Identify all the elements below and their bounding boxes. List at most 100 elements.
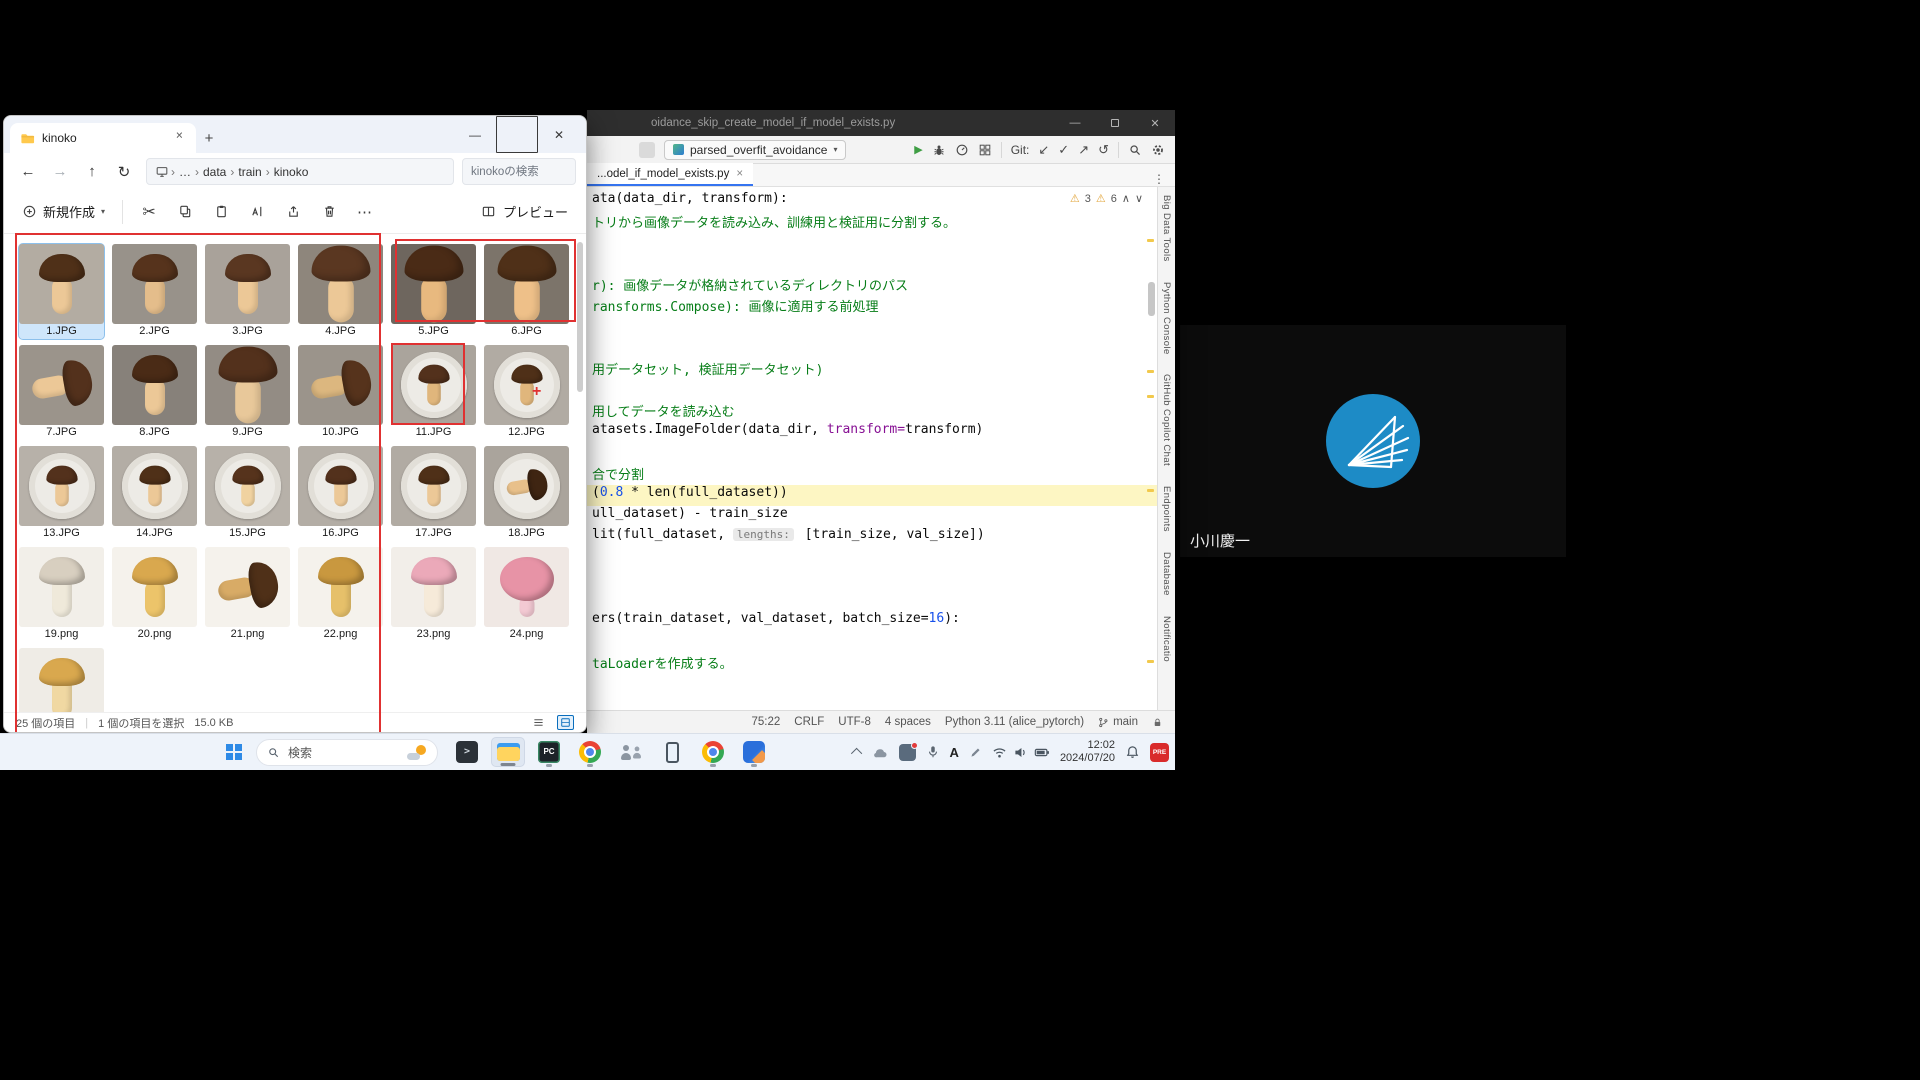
file-item[interactable]: 8.JPG	[112, 345, 197, 440]
explorer-maximize-button[interactable]	[496, 116, 538, 153]
file-item[interactable]: +12.JPG	[484, 345, 569, 440]
file-thumbnail[interactable]	[205, 446, 290, 526]
taskbar-app-pycharm[interactable]: PC	[532, 737, 566, 767]
more-options-button[interactable]: ⋯	[348, 196, 382, 228]
breadcrumb-item[interactable]: train	[234, 165, 265, 179]
tab-options-kebab-icon[interactable]: ⋮	[1143, 172, 1175, 186]
code-line[interactable]	[587, 443, 1157, 464]
code-line[interactable]	[587, 338, 1157, 359]
pycharm-close-button[interactable]: ✕	[1135, 110, 1175, 136]
file-thumbnail[interactable]	[205, 547, 290, 627]
file-thumbnail[interactable]	[298, 345, 383, 425]
code-line[interactable]: r): 画像データが格納されているディレクトリのパス	[587, 275, 1157, 296]
status-item[interactable]: UTF-8	[838, 716, 871, 728]
code-line[interactable]: 合で分割	[587, 464, 1157, 485]
up-button[interactable]: ↑	[78, 159, 106, 185]
code-line[interactable]: ransforms.Compose): 画像に適用する前処理	[587, 296, 1157, 317]
file-thumbnail[interactable]	[298, 547, 383, 627]
taskbar-search-box[interactable]: 検索	[256, 739, 438, 766]
details-view-button[interactable]	[530, 715, 547, 730]
file-item[interactable]: 24.png	[484, 547, 569, 642]
status-item[interactable]: Python 3.11 (alice_pytorch)	[945, 716, 1084, 728]
git-push-button[interactable]: ↗	[1078, 143, 1089, 156]
file-item[interactable]: 3.JPG	[205, 244, 290, 339]
code-line[interactable]: トリから画像データを読み込み、訓練用と検証用に分割する。	[587, 212, 1157, 233]
file-thumbnail[interactable]	[391, 244, 476, 324]
run-button[interactable]: ▶	[914, 143, 922, 156]
file-item[interactable]: 6.JPG	[484, 244, 569, 339]
file-item[interactable]: 1.JPG	[19, 244, 104, 339]
file-item[interactable]: 9.JPG	[205, 345, 290, 440]
code-line[interactable]	[587, 548, 1157, 569]
file-thumbnail[interactable]	[19, 244, 104, 324]
run-configuration-selector[interactable]: parsed_overfit_avoidance ▾	[664, 140, 846, 160]
code-line[interactable]	[587, 233, 1157, 254]
tab-close-icon[interactable]: ×	[173, 128, 186, 149]
git-update-button[interactable]: ↙	[1038, 143, 1049, 156]
tray-red-badge[interactable]: PRE	[1150, 743, 1169, 762]
new-item-button[interactable]: 新規作成 ▾	[14, 196, 113, 228]
search-input[interactable]	[462, 158, 576, 185]
code-line[interactable]: (0.8 * len(full_dataset))	[587, 485, 1157, 506]
code-line[interactable]: lit(full_dataset, lengths: [train_size, …	[587, 527, 1157, 548]
quick-settings-group[interactable]	[992, 746, 1050, 759]
back-button[interactable]: ←	[14, 159, 42, 185]
code-line[interactable]: taLoaderを作成する。	[587, 653, 1157, 674]
pycharm-titlebar[interactable]: oidance_skip_create_model_if_model_exist…	[587, 110, 1175, 136]
pycharm-minimize-button[interactable]: —	[1055, 110, 1095, 136]
file-item[interactable]: 15.JPG	[205, 446, 290, 541]
code-line[interactable]: atasets.ImageFolder(data_dir, transform=…	[587, 422, 1157, 443]
pycharm-maximize-button[interactable]	[1095, 110, 1135, 136]
participant-video-tile[interactable]: 小川慶一	[1180, 325, 1566, 557]
explorer-close-button[interactable]: ✕	[538, 116, 580, 153]
history-button[interactable]: ↺	[1098, 143, 1109, 156]
onedrive-icon[interactable]	[872, 746, 889, 759]
microphone-icon[interactable]	[926, 745, 940, 759]
refresh-button[interactable]: ↻	[110, 159, 138, 185]
tool-window-button-python-console[interactable]: Python Console	[1161, 282, 1172, 355]
taskbar-app-phone-link[interactable]	[655, 737, 689, 767]
taskbar-app-people[interactable]	[614, 737, 648, 767]
ime-mode-indicator[interactable]: A	[950, 745, 959, 760]
taskbar-app-terminal[interactable]: >	[450, 737, 484, 767]
file-item[interactable]: 18.JPG	[484, 446, 569, 541]
file-thumbnail[interactable]	[391, 547, 476, 627]
code-line[interactable]	[587, 569, 1157, 590]
taskbar-clock[interactable]: 12:02 2024/07/20	[1060, 739, 1115, 765]
taskbar-app-file-explorer[interactable]	[491, 737, 525, 767]
git-branch-widget[interactable]: main	[1098, 716, 1138, 728]
file-item[interactable]: 7.JPG	[19, 345, 104, 440]
tool-window-button-github-copilot-chat[interactable]: GitHub Copilot Chat	[1161, 374, 1172, 466]
pen-icon[interactable]	[969, 746, 982, 759]
file-item[interactable]: 2.JPG	[112, 244, 197, 339]
copy-button[interactable]	[168, 196, 202, 228]
file-item[interactable]: 5.JPG	[391, 244, 476, 339]
tab-close-icon[interactable]: ×	[736, 168, 743, 180]
thumbnail-view-button[interactable]	[557, 715, 574, 730]
new-tab-button[interactable]: +	[196, 123, 222, 153]
file-thumbnail[interactable]	[484, 547, 569, 627]
code-line[interactable]: ull_dataset) - train_size	[587, 506, 1157, 527]
taskbar-app-chrome[interactable]	[573, 737, 607, 767]
code-line[interactable]	[587, 380, 1157, 401]
code-editor[interactable]: ata(data_dir, transform):トリから画像データを読み込み、…	[587, 187, 1157, 710]
code-line[interactable]	[587, 632, 1157, 653]
file-item[interactable]: 25.png	[19, 648, 104, 712]
tool-window-button-notificatio[interactable]: Notificatio	[1161, 616, 1172, 662]
notification-bell-icon[interactable]	[1125, 745, 1140, 760]
file-thumbnail[interactable]	[391, 446, 476, 526]
breadcrumb-item[interactable]: data	[199, 165, 230, 179]
file-list-area[interactable]: 1.JPG2.JPG3.JPG4.JPG5.JPG6.JPG7.JPG8.JPG…	[4, 234, 586, 712]
inspections-widget[interactable]: ⚠ 3 ⚠ 6 ∧ ∨	[1066, 191, 1147, 206]
settings-button[interactable]	[1151, 143, 1165, 157]
weather-icon[interactable]	[407, 745, 427, 760]
next-issue-chevron-icon[interactable]: ∨	[1135, 192, 1143, 205]
tray-overflow-chevron-icon[interactable]	[850, 748, 861, 759]
code-line[interactable]: ers(train_dataset, val_dataset, batch_si…	[587, 611, 1157, 632]
code-line[interactable]	[587, 317, 1157, 338]
debug-button[interactable]	[932, 143, 946, 157]
prev-issue-chevron-icon[interactable]: ∧	[1122, 192, 1130, 205]
file-thumbnail[interactable]	[112, 244, 197, 324]
file-thumbnail[interactable]	[19, 547, 104, 627]
file-thumbnail[interactable]	[484, 244, 569, 324]
